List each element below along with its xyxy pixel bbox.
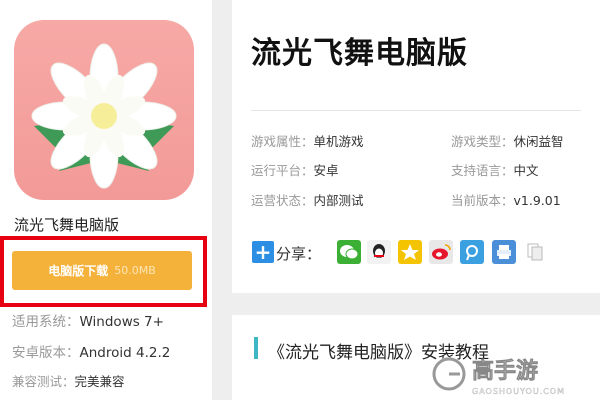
- attr-value: 单机游戏: [313, 134, 364, 149]
- attr-value: 安卓: [313, 163, 339, 178]
- gaoshouyou-watermark: 高手游 GAOSHOUYOU.COM: [432, 357, 565, 396]
- qzone-icon[interactable]: [398, 240, 422, 264]
- attr-language: 支持语言：中文: [451, 160, 539, 179]
- left-panel: 流光飞舞电脑版 电脑版下载 50.0MB 适用系统：Windows 7+ 安卓版…: [0, 0, 212, 400]
- copy-icon[interactable]: [523, 240, 547, 264]
- info-row-system: 适用系统：Windows 7+: [12, 310, 164, 330]
- info-value: 完美兼容: [74, 374, 125, 389]
- info-value: Windows 7+: [79, 314, 164, 330]
- lotus-flower-icon: [31, 43, 177, 189]
- app-name: 流光飞舞电脑版: [14, 216, 120, 234]
- info-value: Android 4.2.2: [79, 345, 171, 361]
- attr-value: 内部测试: [313, 193, 364, 208]
- attr-game-property: 游戏属性：单机游戏: [251, 131, 364, 150]
- attr-key: 游戏类型：: [451, 134, 514, 149]
- attr-key: 运营状态：: [251, 193, 314, 208]
- info-key: 适用系统：: [12, 314, 80, 330]
- attr-version: 当前版本：v1.9.01: [451, 190, 561, 209]
- attr-value: 中文: [513, 163, 539, 178]
- app-icon[interactable]: [14, 20, 194, 200]
- tencent-weibo-icon[interactable]: [460, 240, 484, 264]
- attr-key: 运行平台：: [251, 163, 314, 178]
- guide-accent-bar: [254, 337, 258, 359]
- info-row-compat: 兼容测试：完美兼容: [12, 371, 125, 390]
- info-key: 兼容测试：: [12, 374, 75, 389]
- download-size: 50.0MB: [114, 264, 156, 277]
- attr-value: v1.9.01: [513, 193, 561, 208]
- attr-platform: 运行平台：安卓: [251, 160, 339, 179]
- qq-icon[interactable]: [367, 240, 391, 264]
- attr-key: 支持语言：: [451, 163, 514, 178]
- attr-key: 游戏属性：: [251, 134, 314, 149]
- attr-key: 当前版本：: [451, 193, 514, 208]
- watermark-brand: 高手游: [472, 358, 538, 384]
- info-row-android: 安卓版本：Android 4.2.2: [12, 341, 170, 361]
- wechat-icon[interactable]: [337, 240, 361, 264]
- attr-game-type: 游戏类型：休闲益智: [451, 131, 564, 150]
- print-icon[interactable]: [492, 240, 516, 264]
- attr-value: 休闲益智: [513, 134, 564, 149]
- divider: [251, 110, 581, 111]
- attr-status: 运营状态：内部测试: [251, 190, 364, 209]
- watermark-url: GAOSHOUYOU.COM: [472, 387, 565, 396]
- page-title: 流光飞舞电脑版: [251, 36, 468, 71]
- download-button-label: 电脑版下载: [48, 264, 109, 278]
- weibo-icon[interactable]: [429, 240, 453, 264]
- share-label: 分享：: [276, 245, 322, 263]
- share-plus-icon[interactable]: +: [252, 241, 274, 263]
- info-key: 安卓版本：: [12, 345, 80, 361]
- download-button[interactable]: 电脑版下载 50.0MB: [12, 251, 192, 290]
